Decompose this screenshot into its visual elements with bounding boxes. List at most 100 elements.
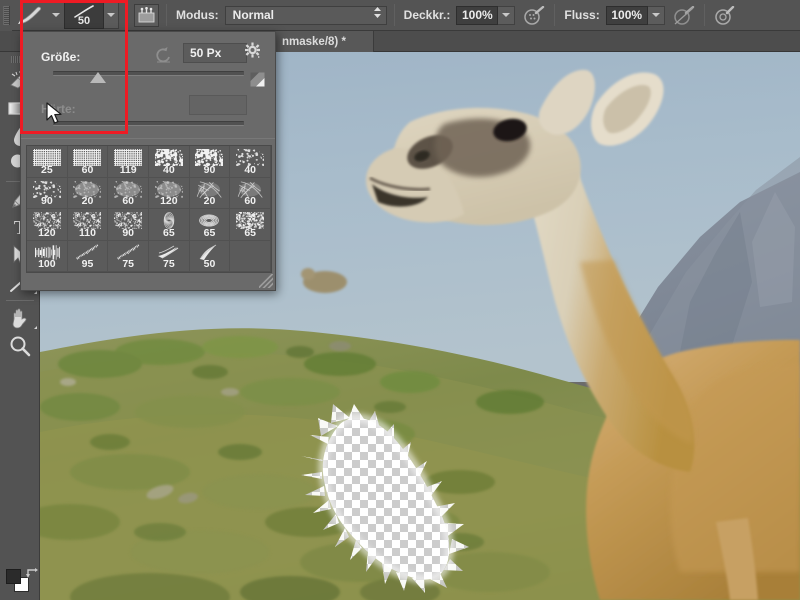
brush-size-label: Größe: xyxy=(41,50,81,64)
brush-preset-item[interactable]: 65 xyxy=(149,209,190,241)
brush-preset-item[interactable]: 120 xyxy=(149,177,190,209)
options-bar-grip[interactable] xyxy=(0,0,12,31)
brush-size-value-text: 50 Px xyxy=(190,46,222,60)
swap-arrows-icon[interactable] xyxy=(25,567,39,579)
color-swatches[interactable] xyxy=(4,567,39,596)
tool-options-bar: 50 Modus: Normal Deckkr.: 100% Fluss: 10… xyxy=(0,0,800,31)
brush-preset-size-number: 90 xyxy=(203,163,216,176)
brush-preset-item[interactable]: 75 xyxy=(108,240,149,272)
brush-preset-item[interactable]: 60 xyxy=(230,177,271,209)
brush-preset-empty-cell xyxy=(230,240,271,272)
zoom-tool[interactable] xyxy=(0,332,40,360)
brush-preset-item[interactable]: 60 xyxy=(108,177,149,209)
brush-preset-size-number: 120 xyxy=(160,195,178,207)
brush-preset-size-number: 50 xyxy=(203,258,216,270)
brush-preset-size-number: 60 xyxy=(81,163,94,176)
brush-preset-item[interactable]: 119 xyxy=(108,146,149,178)
airbrush-icon xyxy=(524,5,545,25)
brush-preset-size-number: 25 xyxy=(40,163,53,176)
gear-icon xyxy=(245,42,260,58)
blend-mode-select[interactable]: Normal xyxy=(224,5,387,25)
tools-divider xyxy=(5,300,34,301)
brush-preset-item[interactable]: 25 xyxy=(27,146,68,178)
new-brush-preset-button[interactable] xyxy=(250,72,265,87)
opacity-dropdown[interactable] xyxy=(498,5,516,25)
brush-preset-item[interactable]: 40 xyxy=(230,146,271,178)
brush-preset-item[interactable]: 20 xyxy=(189,177,231,209)
brush-preset-item[interactable]: 50 xyxy=(189,240,231,272)
brush-preset-size-number: 120 xyxy=(38,226,56,239)
reset-arrow-icon xyxy=(156,47,170,63)
document-tab-label: nmaske/8) * xyxy=(282,35,346,48)
brush-preset-item[interactable]: 20 xyxy=(67,177,109,209)
brush-preset-picker[interactable] xyxy=(12,2,48,28)
pressure-size-toggle[interactable] xyxy=(671,2,697,28)
brush-preset-item[interactable]: 75 xyxy=(149,240,190,272)
brush-preset-dropdown-arrow[interactable] xyxy=(48,2,64,28)
mouse-pointer-icon xyxy=(46,102,62,124)
brush-preset-size-number: 65 xyxy=(162,226,175,239)
chevron-down-icon xyxy=(651,13,660,17)
brush-preset-item[interactable]: 65 xyxy=(230,209,271,241)
foreground-color-swatch[interactable] xyxy=(6,569,21,584)
flow-field[interactable]: 100% xyxy=(605,5,648,25)
brush-size-display[interactable]: 50 xyxy=(64,1,104,29)
brush-preset-size-number: 90 xyxy=(40,195,53,207)
panel-resize-grip[interactable] xyxy=(259,274,273,288)
divider xyxy=(554,4,556,26)
brush-preset-size-number: 40 xyxy=(162,163,175,176)
brush-size-slider-track[interactable] xyxy=(53,71,244,76)
divider xyxy=(126,4,127,26)
divider xyxy=(393,4,395,26)
select-arrows-icon xyxy=(363,6,382,24)
reset-brush-size-button[interactable] xyxy=(154,45,173,69)
brush-preset-panel: Größe: 50 Px Härte: 25 60 119 40 90 40 9… xyxy=(20,31,276,291)
brush-preset-item[interactable]: 120 xyxy=(27,209,68,241)
tool-submenu-indicator xyxy=(34,326,37,329)
flow-dropdown[interactable] xyxy=(647,5,665,25)
brush-preset-item[interactable]: 90 xyxy=(27,177,68,209)
divider xyxy=(703,4,705,26)
opacity-pressure-toggle[interactable] xyxy=(521,2,547,28)
brush-preset-size-number: 75 xyxy=(162,258,175,270)
flow-label: Fluss: xyxy=(564,8,600,22)
brush-preset-size-number: 95 xyxy=(81,258,94,270)
brush-hardness-slider-track[interactable] xyxy=(53,121,244,126)
brush-panel-settings-button[interactable] xyxy=(244,42,261,64)
brush-preset-item[interactable]: 100 xyxy=(27,240,68,272)
brush-preset-size-number: 90 xyxy=(122,226,134,239)
pressure-opacity-toggle[interactable] xyxy=(712,2,738,28)
brush-preset-item[interactable]: 95 xyxy=(67,240,109,272)
photoshop-window: 50 Modus: Normal Deckkr.: 100% Fluss: 10… xyxy=(0,0,800,600)
flow-value: 100% xyxy=(611,8,643,22)
opacity-field[interactable]: 100% xyxy=(456,5,499,25)
brush-preset-size-number: 60 xyxy=(244,195,256,207)
brush-preset-size-number: 60 xyxy=(122,195,134,207)
brush-preset-size-number: 65 xyxy=(244,226,256,239)
hand-icon xyxy=(12,308,27,329)
toggle-brush-panel-button[interactable] xyxy=(134,3,159,27)
brush-preset-item[interactable]: 90 xyxy=(189,146,231,178)
pressure-controls-size-icon xyxy=(673,5,694,25)
opacity-value: 100% xyxy=(462,8,493,22)
brush-preset-size-number: 110 xyxy=(79,226,96,239)
opacity-label: Deckkr.: xyxy=(403,8,451,22)
brush-preset-item[interactable]: 110 xyxy=(67,209,109,241)
brush-size-value-field[interactable]: 50 Px xyxy=(183,43,247,63)
brush-preset-size-number: 20 xyxy=(81,195,94,207)
document-tab[interactable]: nmaske/8) * xyxy=(274,31,374,52)
brush-size-dropdown[interactable] xyxy=(104,1,119,29)
brush-panel-toggle-icon xyxy=(138,7,155,23)
brush-preset-item[interactable]: 65 xyxy=(189,209,231,241)
magnifier-icon xyxy=(10,336,31,357)
brush-preset-item[interactable]: 60 xyxy=(67,146,109,178)
brush-preset-item[interactable]: 40 xyxy=(149,146,190,178)
new-preset-icon xyxy=(250,72,265,87)
brush-preset-size-number: 40 xyxy=(244,163,256,176)
brush-preset-grid[interactable]: 25 60 119 40 90 40 90 20 60 120 20 60 120 110 90 65 65 65… xyxy=(26,145,272,273)
brush-preset-item[interactable]: 90 xyxy=(108,209,149,241)
hand-tool[interactable] xyxy=(0,304,40,332)
brush-preset-size-number: 100 xyxy=(38,258,56,270)
brush-size-slider-thumb[interactable] xyxy=(90,72,106,83)
divider xyxy=(166,4,167,26)
